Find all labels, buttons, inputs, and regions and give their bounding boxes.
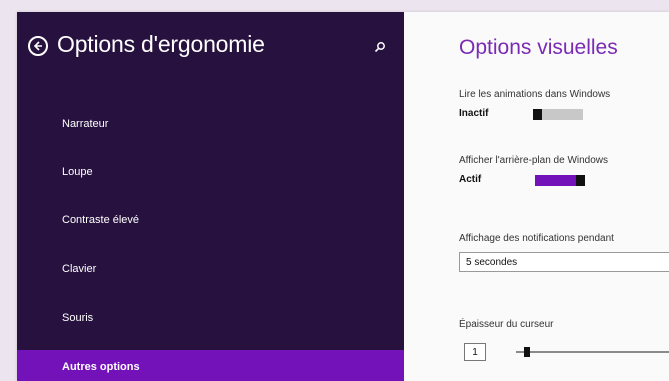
animations-label: Lire les animations dans Windows bbox=[459, 89, 611, 100]
search-icon[interactable] bbox=[374, 40, 386, 53]
toggle-knob bbox=[533, 109, 542, 120]
toggle-knob bbox=[576, 175, 585, 186]
animations-state: Inactif bbox=[459, 108, 489, 119]
select-value: 5 secondes bbox=[466, 256, 518, 268]
sidebar-item-label: Loupe bbox=[62, 166, 93, 178]
cursor-thickness-value: 1 bbox=[464, 343, 486, 361]
background-toggle[interactable] bbox=[535, 175, 585, 186]
sidebar-item-souris[interactable]: Souris bbox=[17, 301, 404, 335]
sidebar: Options d'ergonomie Narrateur Loupe Cont… bbox=[17, 12, 404, 381]
background-state: Actif bbox=[459, 174, 482, 185]
sidebar-item-label: Contraste élevé bbox=[62, 214, 140, 226]
back-arrow-icon[interactable] bbox=[28, 36, 48, 56]
page-title: Options d'ergonomie bbox=[57, 31, 265, 57]
background-label: Afficher l'arrière-plan de Windows bbox=[459, 155, 609, 166]
sidebar-item-label: Souris bbox=[62, 312, 94, 324]
notifications-duration-select[interactable]: 5 secondes bbox=[459, 252, 669, 272]
sidebar-item-autres-options[interactable]: Autres options bbox=[17, 350, 404, 381]
sidebar-item-label: Clavier bbox=[62, 263, 97, 275]
cursor-thickness-slider[interactable] bbox=[516, 351, 669, 353]
sidebar-item-narrateur[interactable]: Narrateur bbox=[17, 107, 404, 141]
sidebar-item-clavier[interactable]: Clavier bbox=[17, 252, 404, 286]
animations-toggle[interactable] bbox=[533, 109, 583, 120]
sidebar-item-label: Autres options bbox=[62, 361, 140, 373]
sidebar-item-label: Narrateur bbox=[62, 118, 109, 130]
section-title: Options visuelles bbox=[459, 36, 618, 59]
sidebar-item-contraste-eleve[interactable]: Contraste élevé bbox=[17, 203, 404, 237]
sidebar-item-loupe[interactable]: Loupe bbox=[17, 155, 404, 189]
settings-window: Options d'ergonomie Narrateur Loupe Cont… bbox=[17, 12, 669, 381]
slider-thumb[interactable] bbox=[524, 347, 530, 357]
content-pane: Options visuelles Lire les animations da… bbox=[404, 12, 669, 381]
cursor-thickness-label: Épaisseur du curseur bbox=[459, 319, 554, 330]
notifications-label: Affichage des notifications pendant bbox=[459, 233, 614, 244]
